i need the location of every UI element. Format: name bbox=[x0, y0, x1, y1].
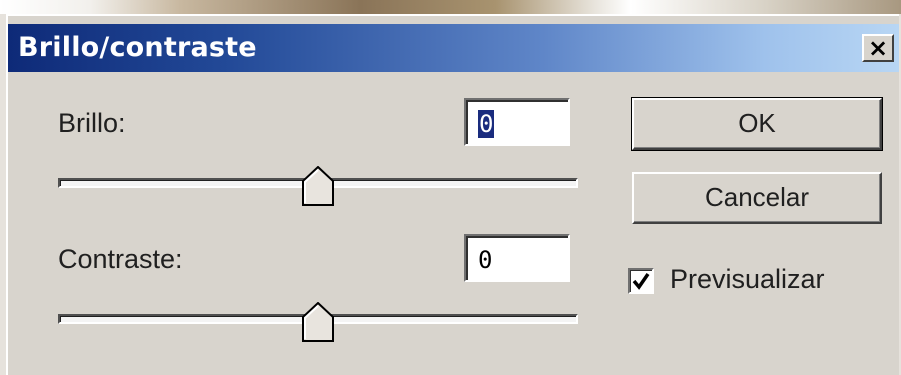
preview-checkbox[interactable] bbox=[628, 268, 654, 294]
preview-label[interactable]: Previsualizar bbox=[670, 264, 825, 295]
cancel-button[interactable]: Cancelar bbox=[632, 172, 882, 224]
brightness-value: 0 bbox=[478, 110, 495, 138]
brightness-slider-thumb[interactable] bbox=[302, 166, 334, 206]
close-button[interactable]: × bbox=[862, 34, 894, 62]
brightness-label: Brillo: bbox=[58, 108, 126, 138]
dialog-title: Brillo/contraste bbox=[18, 32, 257, 63]
close-icon: × bbox=[867, 34, 889, 62]
brightness-contrast-dialog: Brillo/contraste × Brillo: 0 Contraste: … bbox=[6, 14, 899, 375]
brightness-input[interactable]: 0 bbox=[464, 98, 570, 146]
contrast-value: 0 bbox=[478, 246, 493, 274]
contrast-input[interactable]: 0 bbox=[464, 234, 570, 282]
ok-button[interactable]: OK bbox=[632, 98, 882, 150]
background-strip bbox=[0, 0, 901, 14]
title-bar[interactable]: Brillo/contraste × bbox=[8, 24, 899, 72]
checkmark-icon bbox=[632, 273, 650, 290]
contrast-slider-thumb[interactable] bbox=[302, 302, 334, 342]
contrast-label: Contraste: bbox=[58, 244, 183, 274]
